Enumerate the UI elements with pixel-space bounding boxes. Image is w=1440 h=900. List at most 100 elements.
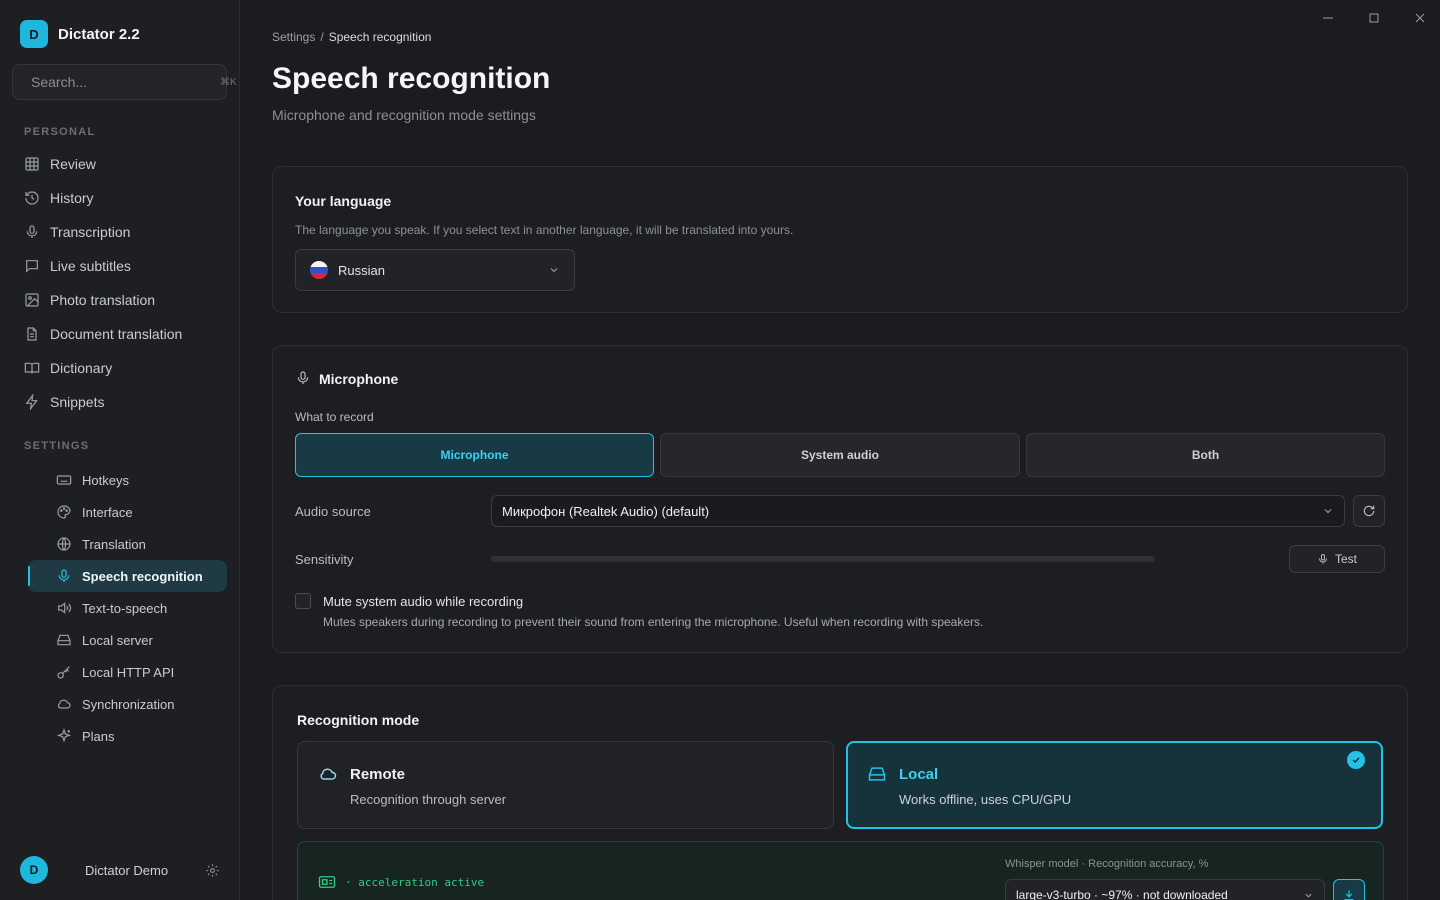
mute-description: Mutes speakers during recording to preve… <box>323 615 984 629</box>
book-icon <box>24 362 40 374</box>
sidebar-item-text-to-speech[interactable]: Text-to-speech <box>28 592 227 624</box>
sidebar-item-label: Snippets <box>50 394 105 410</box>
sidebar-item-label: Plans <box>82 728 115 744</box>
mode-remote[interactable]: Remote Recognition through server <box>297 741 834 829</box>
language-select[interactable]: Russian <box>295 249 575 291</box>
app-logo: D <box>20 20 48 48</box>
sidebar-item-document-translation[interactable]: Document translation <box>12 317 228 351</box>
sidebar-item-label: Review <box>50 156 96 172</box>
test-label: Test <box>1334 552 1357 566</box>
search-box[interactable]: ⌘K <box>12 64 237 100</box>
key-icon <box>57 666 70 679</box>
check-icon <box>1347 751 1365 769</box>
sidebar-item-label: Interface <box>82 504 133 520</box>
test-mic-button[interactable]: Test <box>1289 545 1385 573</box>
download-model-button[interactable] <box>1333 879 1365 900</box>
sidebar-item-translation[interactable]: Translation <box>28 528 227 560</box>
gear-icon[interactable] <box>205 863 220 878</box>
sidebar-item-label: Speech recognition <box>82 568 203 584</box>
breadcrumb-separator: / <box>320 30 324 44</box>
mode-local[interactable]: Local Works offline, uses CPU/GPU <box>846 741 1383 829</box>
refresh-devices-button[interactable] <box>1353 495 1385 527</box>
cloud-icon <box>57 699 71 709</box>
mute-system-audio-checkbox[interactable] <box>295 593 311 609</box>
personal-nav: Review History Transcription Live subtit… <box>12 147 228 419</box>
audio-source-select[interactable]: Микрофон (Realtek Audio) (default) <box>491 495 1345 527</box>
sidebar-item-transcription[interactable]: Transcription <box>12 215 228 249</box>
server-icon <box>57 634 71 646</box>
recognition-card: Recognition mode Remote Recognition thro… <box>272 685 1408 900</box>
sidebar-item-label: Document translation <box>50 326 183 342</box>
mic-icon <box>297 371 309 384</box>
sidebar-item-interface[interactable]: Interface <box>28 496 227 528</box>
avatar: D <box>20 856 48 884</box>
sidebar-item-label: Hotkeys <box>82 472 129 488</box>
mode-remote-description: Recognition through server <box>350 792 507 807</box>
speaker-icon <box>58 602 71 614</box>
microphone-card: Microphone What to record Microphone Sys… <box>272 345 1408 653</box>
mic-icon <box>26 225 38 238</box>
sidebar-item-plans[interactable]: Plans <box>28 720 227 752</box>
app-name: Dictator 2.2 <box>58 25 140 43</box>
mode-remote-title: Remote <box>350 766 406 783</box>
mode-local-title: Local <box>899 766 939 783</box>
section-settings-label: SETTINGS <box>24 440 90 452</box>
sidebar-item-label: Local HTTP API <box>82 664 175 680</box>
recognition-title: Recognition mode <box>297 712 420 728</box>
chat-icon <box>26 260 38 273</box>
mic-icon <box>1318 554 1327 564</box>
record-option-microphone[interactable]: Microphone <box>295 433 654 477</box>
maximize-icon[interactable] <box>1366 10 1382 26</box>
sidebar-item-label: Photo translation <box>50 292 156 308</box>
sidebar-item-local-server[interactable]: Local server <box>28 624 227 656</box>
chevron-down-icon <box>1324 509 1332 514</box>
refresh-icon <box>1363 505 1375 517</box>
audio-source-label: Audio source <box>295 504 371 519</box>
sidebar-item-live-subtitles[interactable]: Live subtitles <box>12 249 228 283</box>
sidebar-item-speech-recognition[interactable]: Speech recognition <box>28 560 227 592</box>
sidebar-item-local-http-api[interactable]: Local HTTP API <box>28 656 227 688</box>
language-description: The language you speak. If you select te… <box>295 223 794 237</box>
record-option-system-audio[interactable]: System audio <box>660 433 1020 477</box>
whisper-model-label: Whisper model · Recognition accuracy, % <box>1005 858 1209 870</box>
section-personal-label: PERSONAL <box>24 126 96 138</box>
record-option-both[interactable]: Both <box>1026 433 1385 477</box>
sidebar-item-synchronization[interactable]: Synchronization <box>28 688 227 720</box>
sidebar-item-review[interactable]: Review <box>12 147 228 181</box>
keyboard-icon <box>56 475 72 485</box>
sensitivity-meter[interactable] <box>491 556 1155 562</box>
mode-local-description: Works offline, uses CPU/GPU <box>899 792 1072 807</box>
search-input[interactable] <box>31 74 212 90</box>
user-profile[interactable]: D Dictator Demo <box>20 856 220 884</box>
page-subtitle: Microphone and recognition mode settings <box>272 107 536 123</box>
sidebar-item-label: History <box>50 190 94 206</box>
document-icon <box>27 327 37 341</box>
sidebar-item-dictionary[interactable]: Dictionary <box>12 351 228 385</box>
breadcrumb-root[interactable]: Settings <box>272 30 315 44</box>
microphone-title: Microphone <box>319 371 399 387</box>
sidebar-item-hotkeys[interactable]: Hotkeys <box>28 464 227 496</box>
brand: D Dictator 2.2 <box>20 20 140 48</box>
breadcrumb: Settings / Speech recognition <box>272 30 431 44</box>
sidebar-item-label: Live subtitles <box>50 258 131 274</box>
chip-icon <box>318 876 336 888</box>
bolt-icon <box>25 394 38 410</box>
sidebar-item-label: Synchronization <box>82 696 175 712</box>
sidebar-item-label: Dictionary <box>50 360 113 376</box>
language-selected: Russian <box>338 262 385 278</box>
chevron-down-icon <box>1305 893 1312 898</box>
sidebar-item-history[interactable]: History <box>12 181 228 215</box>
sidebar-item-snippets[interactable]: Snippets <box>12 385 228 419</box>
download-icon <box>1344 890 1354 900</box>
close-icon[interactable] <box>1412 10 1428 26</box>
search-shortcut: ⌘K <box>220 76 237 88</box>
drive-icon <box>868 767 886 781</box>
sidebar-item-photo-translation[interactable]: Photo translation <box>12 283 228 317</box>
image-icon <box>25 293 39 307</box>
sensitivity-label: Sensitivity <box>295 552 354 567</box>
russia-flag-icon <box>310 261 328 279</box>
whisper-model-select[interactable]: large-v3-turbo · ~97% · not downloaded <box>1005 879 1325 900</box>
what-to-record-label: What to record <box>295 410 374 424</box>
minimize-icon[interactable] <box>1320 10 1336 26</box>
settings-nav: Hotkeys Interface Translation Speech rec… <box>28 464 227 752</box>
